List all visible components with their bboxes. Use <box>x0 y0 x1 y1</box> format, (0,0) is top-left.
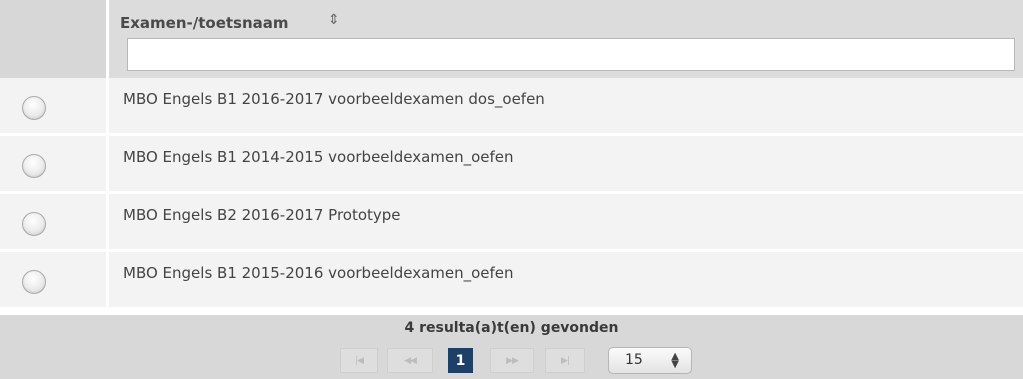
row-select-cell <box>0 194 106 249</box>
current-page-number: 1 <box>455 352 466 369</box>
exam-name-filter-input[interactable] <box>127 38 1015 71</box>
row-select-cell <box>0 252 106 307</box>
row-radio-button[interactable] <box>22 270 46 294</box>
column-title-exam-name[interactable]: Examen-/toetsnaam <box>120 14 289 32</box>
page-size-select[interactable]: 15 ▲ ▼ <box>608 347 692 374</box>
row-radio-button[interactable] <box>22 96 46 120</box>
column-divider <box>106 78 109 133</box>
table-row[interactable]: MBO Engels B1 2016-2017 voorbeeldexamen … <box>0 78 1023 133</box>
header-select-cell <box>0 0 106 78</box>
exam-table: Examen-/toetsnaam ⇕ MBO Engels B1 2016-2… <box>0 0 1023 379</box>
previous-page-button[interactable]: ◀◀ <box>387 348 433 373</box>
exam-name-cell: MBO Engels B2 2016-2017 Prototype <box>123 206 401 224</box>
page-size-value: 15 <box>625 352 643 368</box>
exam-name-cell: MBO Engels B1 2014-2015 voorbeeldexamen_… <box>123 148 514 166</box>
first-page-icon: |◀ <box>355 355 364 366</box>
row-radio-button[interactable] <box>22 154 46 178</box>
sort-updown-icon[interactable]: ⇕ <box>328 12 340 28</box>
exam-name-cell: MBO Engels B1 2015-2016 voorbeeldexamen_… <box>123 264 514 282</box>
table-row[interactable]: MBO Engels B2 2016-2017 Prototype <box>0 194 1023 249</box>
column-divider <box>106 136 109 191</box>
column-divider <box>106 0 109 78</box>
column-divider <box>106 194 109 249</box>
table-footer: 4 resulta(a)t(en) gevonden |◀ ◀◀ 1 ▶▶ ▶|… <box>0 315 1023 379</box>
row-select-cell <box>0 78 106 133</box>
last-page-icon: ▶| <box>561 355 570 366</box>
next-page-button[interactable]: ▶▶ <box>490 348 534 373</box>
row-select-cell <box>0 136 106 191</box>
table-row[interactable]: MBO Engels B1 2015-2016 voorbeeldexamen_… <box>0 252 1023 307</box>
last-page-button[interactable]: ▶| <box>545 348 585 373</box>
previous-page-icon: ◀◀ <box>404 355 417 366</box>
exam-name-cell: MBO Engels B1 2016-2017 voorbeeldexamen … <box>123 90 545 108</box>
result-count-text: 4 resulta(a)t(en) gevonden <box>404 320 619 336</box>
column-divider <box>106 252 109 307</box>
next-page-icon: ▶▶ <box>506 355 519 366</box>
row-radio-button[interactable] <box>22 212 46 236</box>
current-page-button[interactable]: 1 <box>448 348 473 373</box>
table-row[interactable]: MBO Engels B1 2014-2015 voorbeeldexamen_… <box>0 136 1023 191</box>
first-page-button[interactable]: |◀ <box>340 348 378 373</box>
select-updown-icon: ▲ ▼ <box>671 351 679 370</box>
table-header: Examen-/toetsnaam ⇕ <box>0 0 1023 78</box>
